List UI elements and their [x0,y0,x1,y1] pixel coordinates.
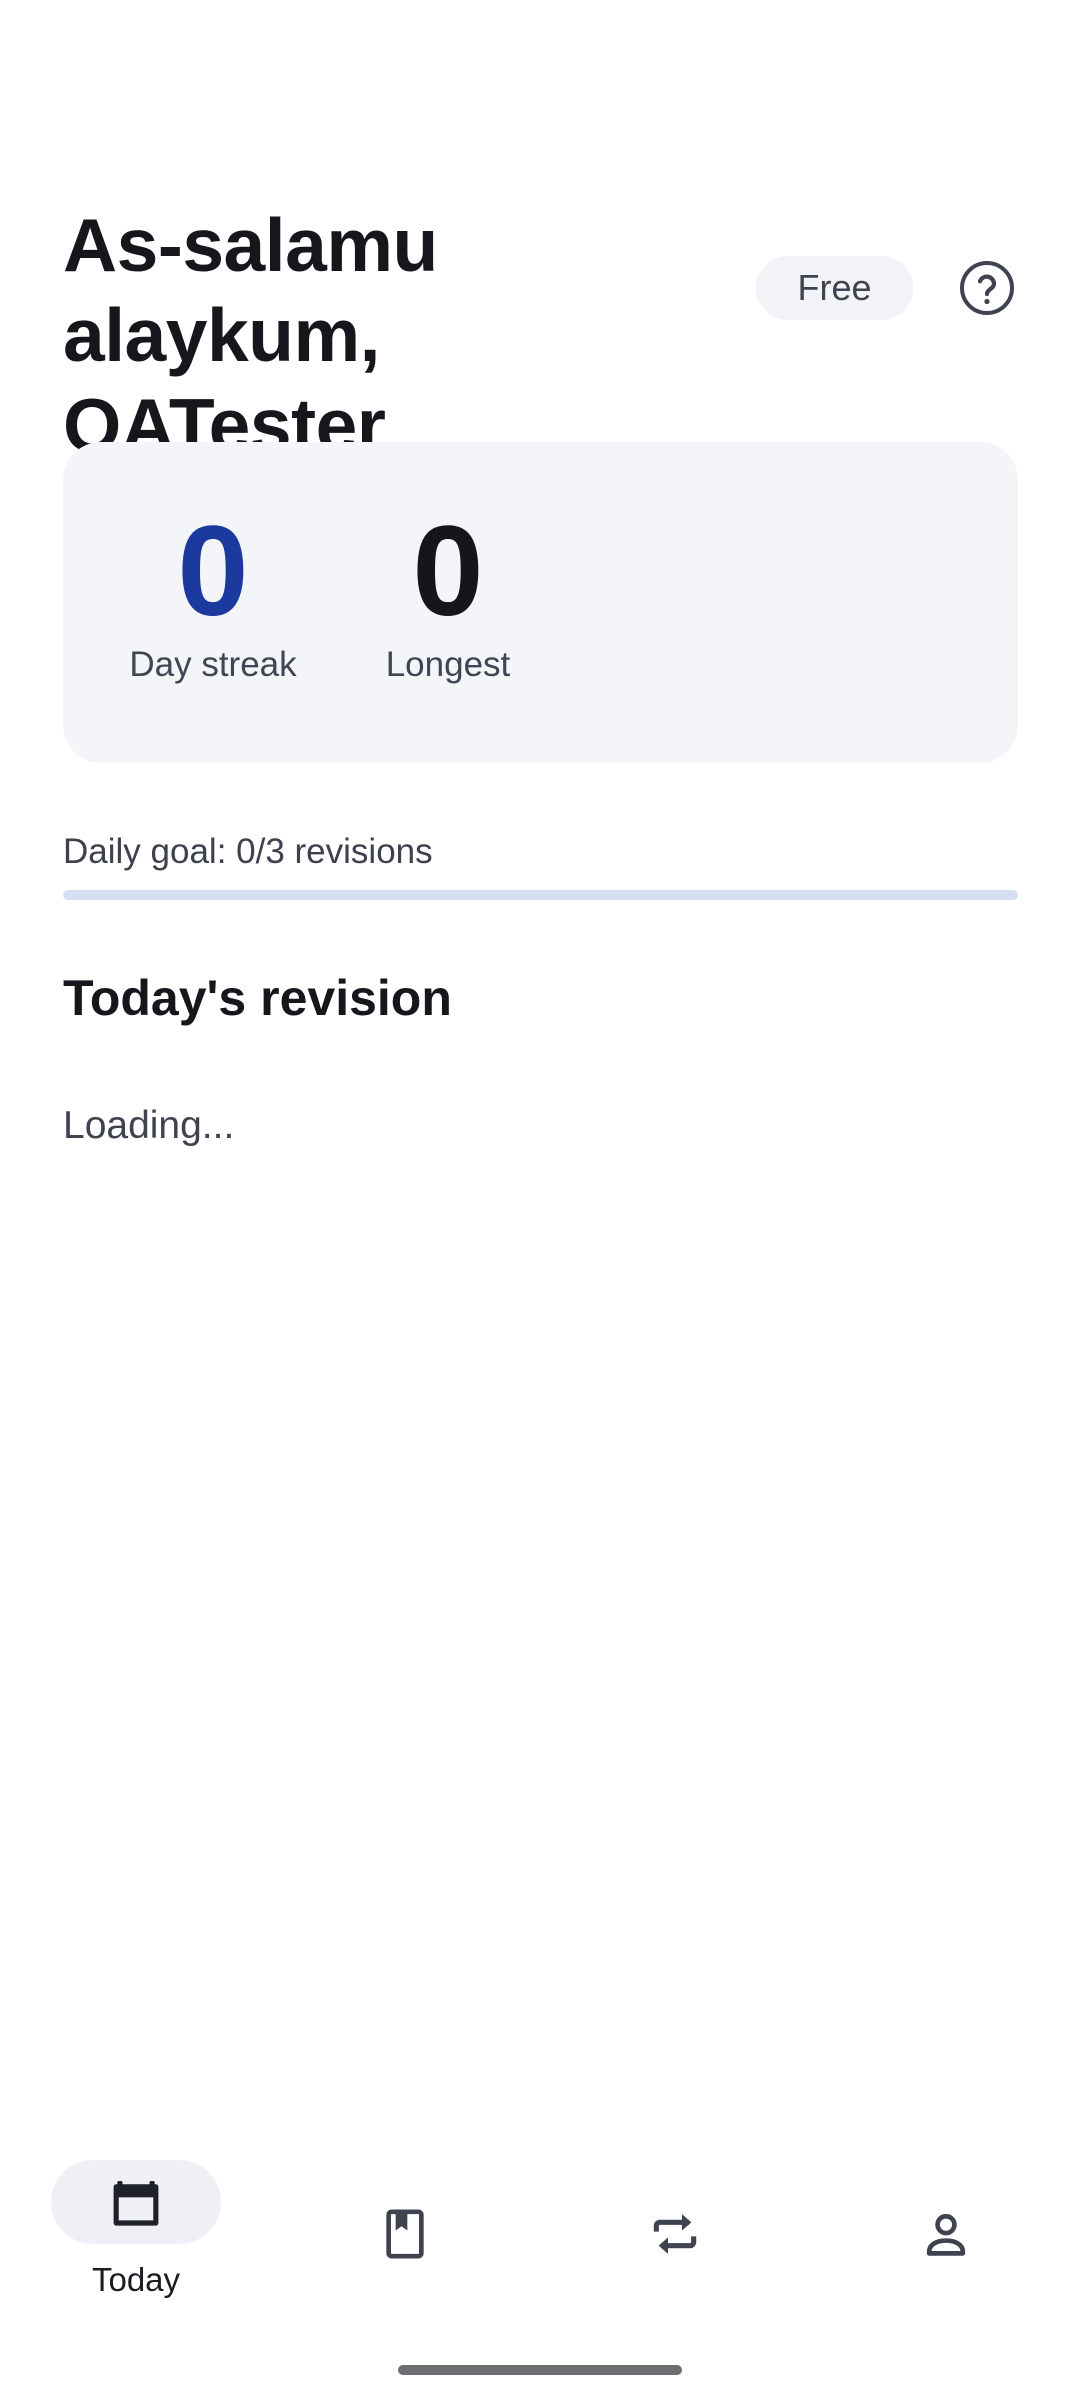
todays-revision-title: Today's revision [63,970,452,1026]
streak-card: 0 Day streak 0 Longest [63,442,1018,763]
daily-goal-progress-bar [63,890,1018,900]
current-streak-value: 0 [177,500,249,643]
repeat-icon [653,2214,697,2254]
home-indicator[interactable] [398,2365,682,2375]
nav-item-today[interactable]: Today [51,2160,221,2300]
nav-item-profile[interactable] [861,2160,1031,2300]
nav-label-today: Today [91,2261,181,2298]
plan-badge[interactable]: Free [756,256,913,320]
longest-streak: 0 Longest [353,507,543,687]
longest-streak-label: Longest [385,645,511,684]
person-icon [926,2213,966,2256]
bottom-navigation: Today [0,2140,1080,2320]
daily-goal-text: Daily goal: 0/3 revisions [63,832,433,871]
calendar-icon [113,2181,159,2226]
header: As-salamu alaykum, QATester Free [63,200,1023,467]
greeting-title: As-salamu alaykum, QATester [63,203,438,467]
longest-streak-value: 0 [412,500,484,643]
help-button[interactable] [957,258,1017,318]
bookmark-book-icon [386,2209,424,2259]
current-streak: 0 Day streak [118,507,308,687]
nav-item-review[interactable] [590,2160,760,2300]
current-streak-label: Day streak [129,645,297,684]
nav-item-library[interactable] [320,2160,490,2300]
help-circle-icon [960,261,1014,315]
revision-loading-text: Loading... [63,1104,235,1147]
today-screen: As-salamu alaykum, QATester Free 0 Day s… [0,0,1080,2400]
